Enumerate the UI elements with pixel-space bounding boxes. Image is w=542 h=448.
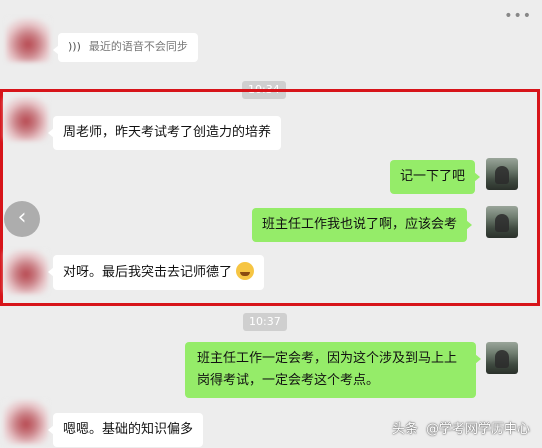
contact-avatar[interactable]	[4, 97, 48, 141]
watermark-prefix: 头条	[391, 422, 418, 437]
message-bubble[interactable]: 班主任工作我也说了啊，应该会考	[252, 208, 473, 242]
watermark: 头条 @学考网学历中心	[392, 418, 530, 437]
voice-notice-bubble[interactable]: ))) 最近的语音不会同步	[53, 33, 198, 62]
self-avatar[interactable]	[486, 158, 518, 190]
self-avatar[interactable]	[486, 342, 518, 374]
laughing-tears-emoji-icon	[236, 262, 255, 280]
voice-notice-text: 最近的语音不会同步	[88, 40, 188, 53]
message-bubble[interactable]: 记一下了吧	[390, 160, 481, 194]
contact-avatar[interactable]	[6, 18, 50, 62]
message-bubble[interactable]: 对呀。最后我突击去记师德了	[47, 255, 265, 290]
more-dots-icon[interactable]: •••	[504, 8, 532, 24]
message-text: 对呀。最后我突击去记师德了	[63, 265, 233, 280]
timestamp: 10:37	[243, 313, 287, 331]
contact-avatar[interactable]	[4, 250, 48, 294]
watermark-handle: @学考网学历中心	[425, 422, 530, 437]
contact-avatar[interactable]	[4, 400, 48, 444]
message-bubble[interactable]: 班主任工作一定会考，因为这个涉及到马上上岗得考试，一定会考这个考点。	[185, 342, 481, 398]
self-avatar[interactable]	[486, 206, 518, 238]
message-bubble[interactable]: 周老师，昨天考试考了创造力的培养	[47, 116, 282, 150]
voice-wave-icon: )))	[68, 40, 81, 53]
message-bubble[interactable]: 嗯嗯。基础的知识偏多	[47, 413, 204, 447]
chevron-left-icon[interactable]: ‹	[4, 201, 40, 237]
